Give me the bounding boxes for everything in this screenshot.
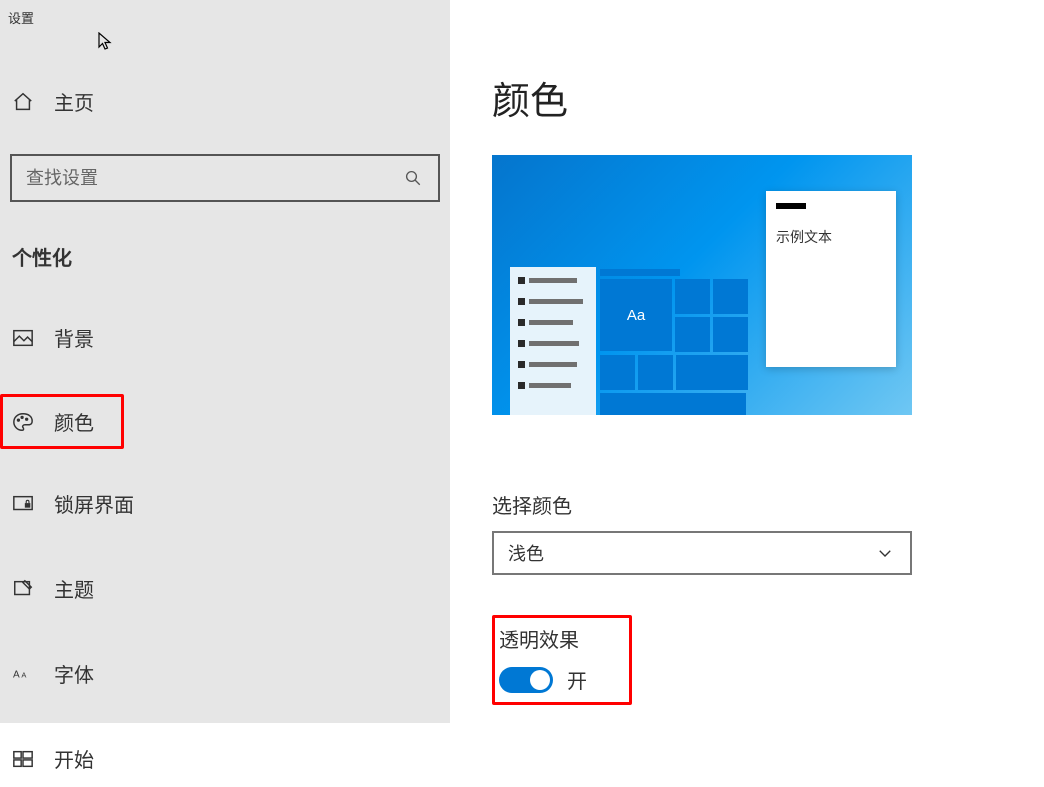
sidebar: 设置 主页 个性化 背景 — [0, 0, 450, 723]
choose-color-dropdown[interactable]: 浅色 — [492, 531, 912, 575]
palette-icon — [12, 411, 34, 433]
sidebar-item-background[interactable]: 背景 — [0, 309, 450, 366]
highlight-colors: 颜色 — [0, 394, 124, 449]
home-icon — [12, 91, 34, 113]
nav-home[interactable]: 主页 — [0, 77, 450, 126]
choose-color-label: 选择颜色 — [492, 490, 1004, 519]
sample-text: 示例文本 — [776, 227, 886, 247]
chevron-down-icon — [874, 542, 896, 564]
color-preview: Aa 示例文本 — [492, 155, 912, 415]
search-input[interactable] — [26, 168, 402, 189]
transparency-toggle[interactable] — [499, 667, 553, 693]
sidebar-item-start[interactable]: 开始 — [0, 730, 450, 787]
lockscreen-icon — [12, 493, 34, 515]
sidebar-item-label: 锁屏界面 — [54, 489, 134, 518]
svg-text:A: A — [21, 670, 26, 679]
sidebar-item-label: 开始 — [54, 744, 94, 773]
category-header: 个性化 — [0, 232, 450, 281]
cursor-icon — [98, 32, 114, 52]
start-icon — [12, 748, 34, 770]
image-icon — [12, 327, 34, 349]
transparency-state: 开 — [567, 665, 587, 694]
sidebar-item-fonts[interactable]: A A 字体 — [0, 645, 450, 702]
nav-home-label: 主页 — [54, 87, 94, 116]
sidebar-item-colors[interactable]: 颜色 — [12, 407, 113, 436]
window-title: 设置 — [0, 8, 450, 27]
search-icon — [402, 167, 424, 189]
page-title: 颜色 — [492, 70, 1004, 125]
transparency-label: 透明效果 — [499, 624, 621, 653]
preview-list — [510, 267, 596, 415]
sidebar-item-label: 颜色 — [54, 407, 94, 436]
sidebar-item-label: 字体 — [54, 659, 94, 688]
sidebar-item-label: 背景 — [54, 323, 94, 352]
sidebar-item-lockscreen[interactable]: 锁屏界面 — [0, 475, 450, 532]
dropdown-value: 浅色 — [508, 540, 544, 566]
svg-text:A: A — [13, 669, 20, 680]
preview-window: 示例文本 — [766, 191, 896, 367]
theme-icon — [12, 578, 34, 600]
preview-tiles: Aa — [600, 269, 748, 415]
main-content: 颜色 Aa — [450, 0, 1044, 723]
font-icon: A A — [12, 663, 34, 685]
highlight-transparency: 透明效果 开 — [492, 615, 632, 705]
sidebar-item-themes[interactable]: 主题 — [0, 560, 450, 617]
search-input-container[interactable] — [10, 154, 440, 202]
sidebar-item-label: 主题 — [54, 574, 94, 603]
preview-tile-aa: Aa — [600, 279, 672, 351]
